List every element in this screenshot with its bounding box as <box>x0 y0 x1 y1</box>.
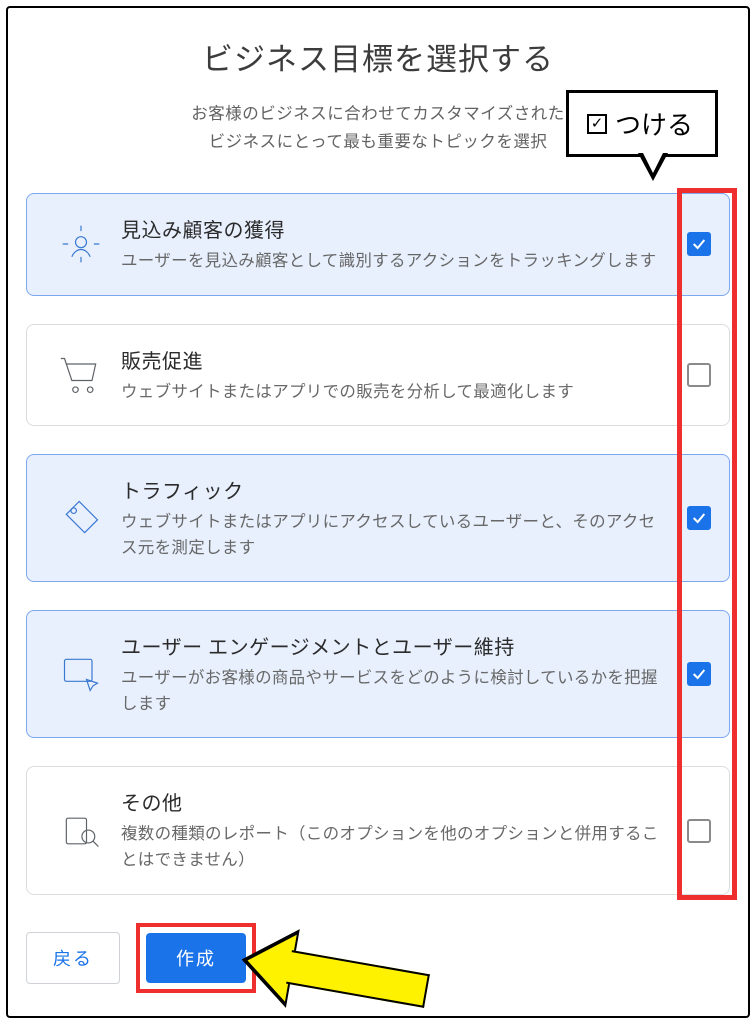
back-button[interactable]: 戻る <box>26 932 120 984</box>
annotation-callout: ✓ つける <box>566 90 718 157</box>
option-body: ユーザー エンゲージメントとユーザー維持 ユーザーがお客様の商品やサービスをどの… <box>121 631 681 717</box>
option-body: その他 複数の種類のレポート（このオプションを他のオプションと併用することはでき… <box>121 787 681 873</box>
option-title: 見込み顧客の獲得 <box>121 214 671 243</box>
dialog-container: ビジネス目標を選択する お客様のビジネスに合わせてカスタマイズされた ビジネスに… <box>6 6 750 1018</box>
create-button[interactable]: 作成 <box>146 933 246 983</box>
tag-icon <box>41 496 121 540</box>
option-other[interactable]: その他 複数の種類のレポート（このオプションを他のオプションと併用することはでき… <box>26 766 730 894</box>
checkbox[interactable] <box>687 819 711 843</box>
option-desc: ウェブサイトまたはアプリにアクセスしているユーザーと、そのアクセス元を測定します <box>121 510 671 561</box>
checkbox[interactable] <box>687 506 711 530</box>
annotation-callout-label: つける <box>615 105 693 142</box>
footer-actions: 戻る 作成 <box>26 923 730 993</box>
option-lead-generation[interactable]: 見込み顧客の獲得 ユーザーを見込み顧客として識別するアクションをトラッキングしま… <box>26 193 730 296</box>
option-traffic[interactable]: トラフィック ウェブサイトまたはアプリにアクセスしているユーザーと、そのアクセス… <box>26 454 730 582</box>
option-title: 販売促進 <box>121 345 671 374</box>
option-engagement[interactable]: ユーザー エンゲージメントとユーザー維持 ユーザーがお客様の商品やサービスをどの… <box>26 610 730 738</box>
create-button-highlight: 作成 <box>136 923 256 993</box>
option-sales[interactable]: 販売促進 ウェブサイトまたはアプリでの販売を分析して最適化します <box>26 324 730 427</box>
cart-icon <box>41 353 121 397</box>
option-desc: 複数の種類のレポート（このオプションを他のオプションと併用することはできません） <box>121 822 671 873</box>
option-desc: ユーザーがお客様の商品やサービスをどのように検討しているかを把握します <box>121 666 671 717</box>
checkbox[interactable] <box>687 662 711 686</box>
page-title: ビジネス目標を選択する <box>26 34 730 79</box>
options-list: 見込み顧客の獲得 ユーザーを見込み顧客として識別するアクションをトラッキングしま… <box>26 193 730 895</box>
option-title: トラフィック <box>121 475 671 504</box>
option-title: ユーザー エンゲージメントとユーザー維持 <box>121 631 671 660</box>
window-cursor-icon <box>41 652 121 696</box>
option-desc: ユーザーを見込み顧客として識別するアクションをトラッキングします <box>121 249 671 275</box>
checkbox[interactable] <box>687 232 711 256</box>
option-body: 見込み顧客の獲得 ユーザーを見込み顧客として識別するアクションをトラッキングしま… <box>121 214 681 275</box>
annotation-check-icon: ✓ <box>587 114 607 134</box>
option-desc: ウェブサイトまたはアプリでの販売を分析して最適化します <box>121 380 671 406</box>
option-title: その他 <box>121 787 671 816</box>
target-user-icon <box>41 222 121 266</box>
search-report-icon <box>41 809 121 853</box>
option-body: トラフィック ウェブサイトまたはアプリにアクセスしているユーザーと、そのアクセス… <box>121 475 681 561</box>
checkbox[interactable] <box>687 363 711 387</box>
option-body: 販売促進 ウェブサイトまたはアプリでの販売を分析して最適化します <box>121 345 681 406</box>
